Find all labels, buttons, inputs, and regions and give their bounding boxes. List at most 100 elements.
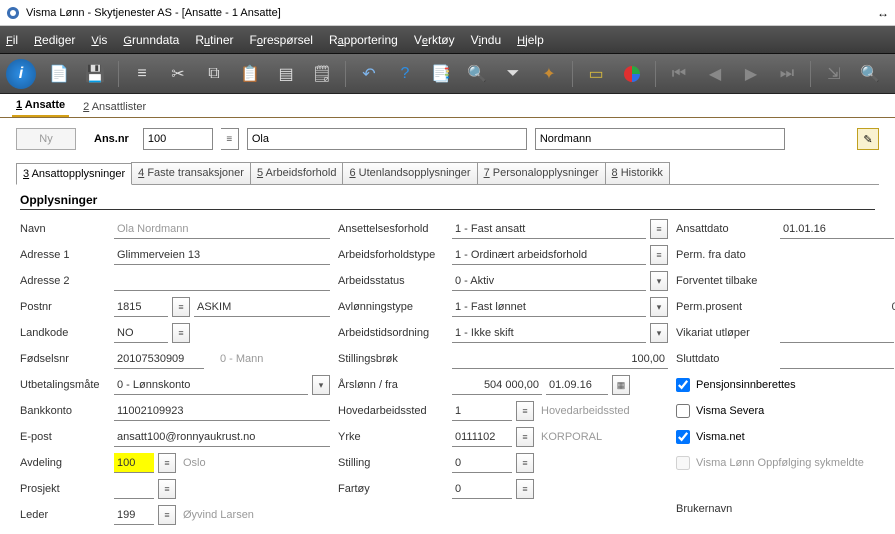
ansettelsesforhold-lookup[interactable]: ≡ — [650, 219, 668, 239]
yrke-lookup[interactable]: ≡ — [516, 427, 534, 447]
yrke-value[interactable]: 0111102 — [452, 427, 512, 447]
permfradato-label: Perm. fra dato — [676, 249, 776, 261]
menu-rediger[interactable]: Rediger — [34, 33, 75, 47]
prosjekt-lookup[interactable]: ≡ — [158, 479, 176, 499]
arslonn-fra-value[interactable]: 01.09.16 — [546, 375, 608, 395]
menu-fil[interactable]: Fil — [6, 33, 18, 47]
adresse2-value[interactable] — [114, 271, 330, 291]
sluttdato-value[interactable] — [780, 349, 894, 369]
avdeling-value[interactable]: 100 — [114, 453, 154, 473]
prosjekt-label: Prosjekt — [20, 483, 110, 495]
zoom-icon[interactable]: 🔍 — [857, 61, 883, 87]
app-icon — [6, 6, 20, 20]
cut-icon[interactable]: ✂ — [165, 61, 191, 87]
stilling-lookup[interactable]: ≡ — [516, 453, 534, 473]
filter-icon[interactable]: ⏷ — [500, 61, 526, 87]
bankkonto-value[interactable]: 11002109923 — [114, 401, 330, 421]
edit-icon[interactable]: ✎ — [857, 128, 879, 150]
fornavn-input[interactable] — [247, 128, 527, 150]
vikariat-value[interactable] — [780, 323, 894, 343]
hovedarbeidssted-value[interactable]: 1 — [452, 401, 512, 421]
prosjekt-value[interactable] — [114, 479, 154, 499]
tab-ansatte[interactable]: 1 Ansatte — [12, 95, 69, 117]
utbetaling-dropdown[interactable]: ▾ — [312, 375, 330, 395]
info-icon[interactable]: i — [6, 59, 36, 89]
subtab-historikk[interactable]: 8 Historikk — [605, 162, 670, 184]
kjonn-value: 0 - Mann — [208, 349, 330, 369]
arbeidsforholdstype-value[interactable]: 1 - Ordinært arbeidsforhold — [452, 245, 646, 265]
menu-foresporsel[interactable]: Forespørsel — [249, 33, 312, 47]
vismanet-label: Visma.net — [696, 431, 745, 443]
first-icon[interactable]: ⏮ — [666, 61, 692, 87]
ansnr-stepper[interactable]: ≡ — [221, 128, 239, 150]
stack-icon[interactable]: ▤ — [273, 61, 299, 87]
menu-hjelp[interactable]: Hjelp — [517, 33, 544, 47]
poststed-value[interactable]: ASKIM — [194, 297, 330, 317]
notes-icon[interactable]: ▭ — [583, 61, 609, 87]
search-icon[interactable]: 🔍 — [464, 61, 490, 87]
avlonningstype-dropdown[interactable]: ▾ — [650, 297, 668, 317]
menu-rapportering[interactable]: Rapportering — [329, 33, 398, 47]
hovedarbeidssted-lookup[interactable]: ≡ — [516, 401, 534, 421]
severa-checkbox[interactable] — [676, 404, 690, 418]
arbeidsstatus-dropdown[interactable]: ▾ — [650, 271, 668, 291]
menu-vindu[interactable]: Vindu — [471, 33, 502, 47]
resize-handle-icon[interactable]: ↔ — [877, 6, 889, 20]
copy-icon[interactable]: ⧉ — [201, 61, 227, 87]
postnr-value[interactable]: 1815 — [114, 297, 168, 317]
menu-rutiner[interactable]: Rutiner — [195, 33, 233, 47]
ny-button[interactable]: Ny — [16, 128, 76, 150]
ansettelsesforhold-value[interactable]: 1 - Fast ansatt — [452, 219, 646, 239]
leder-lookup[interactable]: ≡ — [158, 505, 176, 525]
utbetaling-value[interactable]: 0 - Lønnskonto — [114, 375, 308, 395]
arbeidstidsordning-value[interactable]: 1 - Ikke skift — [452, 323, 646, 343]
arbeidsstatus-value[interactable]: 0 - Aktiv — [452, 271, 646, 291]
merge-icon[interactable]: ⇲ — [821, 61, 847, 87]
fartoy-lookup[interactable]: ≡ — [516, 479, 534, 499]
sheet-icon[interactable]: 📑 — [428, 61, 454, 87]
landkode-lookup[interactable]: ≡ — [172, 323, 190, 343]
arbeidsforholdstype-lookup[interactable]: ≡ — [650, 245, 668, 265]
arslonn-value[interactable]: 504 000,00 — [452, 375, 542, 395]
stillingsbrok-value[interactable]: 100,00 — [452, 349, 668, 369]
last-icon[interactable]: ⏭ — [774, 61, 800, 87]
fodselsnr-value[interactable]: 20107530909 — [114, 349, 204, 369]
menu-grunndata[interactable]: Grunndata — [123, 33, 179, 47]
document-icon[interactable]: 🗒 — [309, 61, 335, 87]
etternavn-input[interactable] — [535, 128, 785, 150]
new-doc-icon[interactable]: 📄 — [46, 61, 72, 87]
ansattdato-value[interactable]: 01.01.16 — [780, 219, 894, 239]
menu-verktoy[interactable]: Verktøy — [414, 33, 455, 47]
subtab-faste[interactable]: 4 Faste transaksjoner — [131, 162, 251, 184]
subtab-utenlands[interactable]: 6 Utenlandsopplysninger — [342, 162, 477, 184]
save-icon[interactable]: 💾 — [82, 61, 108, 87]
landkode-value[interactable]: NO — [114, 323, 168, 343]
stilling-value[interactable]: 0 — [452, 453, 512, 473]
subtab-arbeidsforhold[interactable]: 5 Arbeidsforhold — [250, 162, 344, 184]
next-icon[interactable]: ▶ — [738, 61, 764, 87]
ansnr-input[interactable] — [143, 128, 213, 150]
arslonn-calendar[interactable]: ▦ — [612, 375, 630, 395]
pensjon-checkbox[interactable] — [676, 378, 690, 392]
vismanet-checkbox[interactable] — [676, 430, 690, 444]
subtab-ansattopplysninger[interactable]: 3 Ansattopplysninger — [16, 163, 132, 185]
avdeling-lookup[interactable]: ≡ — [158, 453, 176, 473]
epost-value[interactable]: ansatt100@ronnyaukrust.no — [114, 427, 330, 447]
fartoy-value[interactable]: 0 — [452, 479, 512, 499]
leder-value[interactable]: 199 — [114, 505, 154, 525]
avlonningstype-value[interactable]: 1 - Fast lønnet — [452, 297, 646, 317]
sluttdato-label: Sluttdato — [676, 353, 776, 365]
prev-icon[interactable]: ◀ — [702, 61, 728, 87]
tab-ansattlister[interactable]: 2 Ansattlister — [79, 97, 150, 117]
paste-icon[interactable]: 📋 — [237, 61, 263, 87]
list-icon[interactable]: ≡ — [129, 61, 155, 87]
help-icon[interactable]: ? — [392, 61, 418, 87]
color-wheel-icon[interactable] — [619, 61, 645, 87]
subtab-personal[interactable]: 7 Personalopplysninger — [477, 162, 606, 184]
adresse1-value[interactable]: Glimmerveien 13 — [114, 245, 330, 265]
undo-icon[interactable]: ↶ — [356, 61, 382, 87]
menu-vis[interactable]: Vis — [91, 33, 107, 47]
arbeidstidsordning-dropdown[interactable]: ▾ — [650, 323, 668, 343]
cleanup-icon[interactable]: ✦ — [536, 61, 562, 87]
postnr-lookup[interactable]: ≡ — [172, 297, 190, 317]
